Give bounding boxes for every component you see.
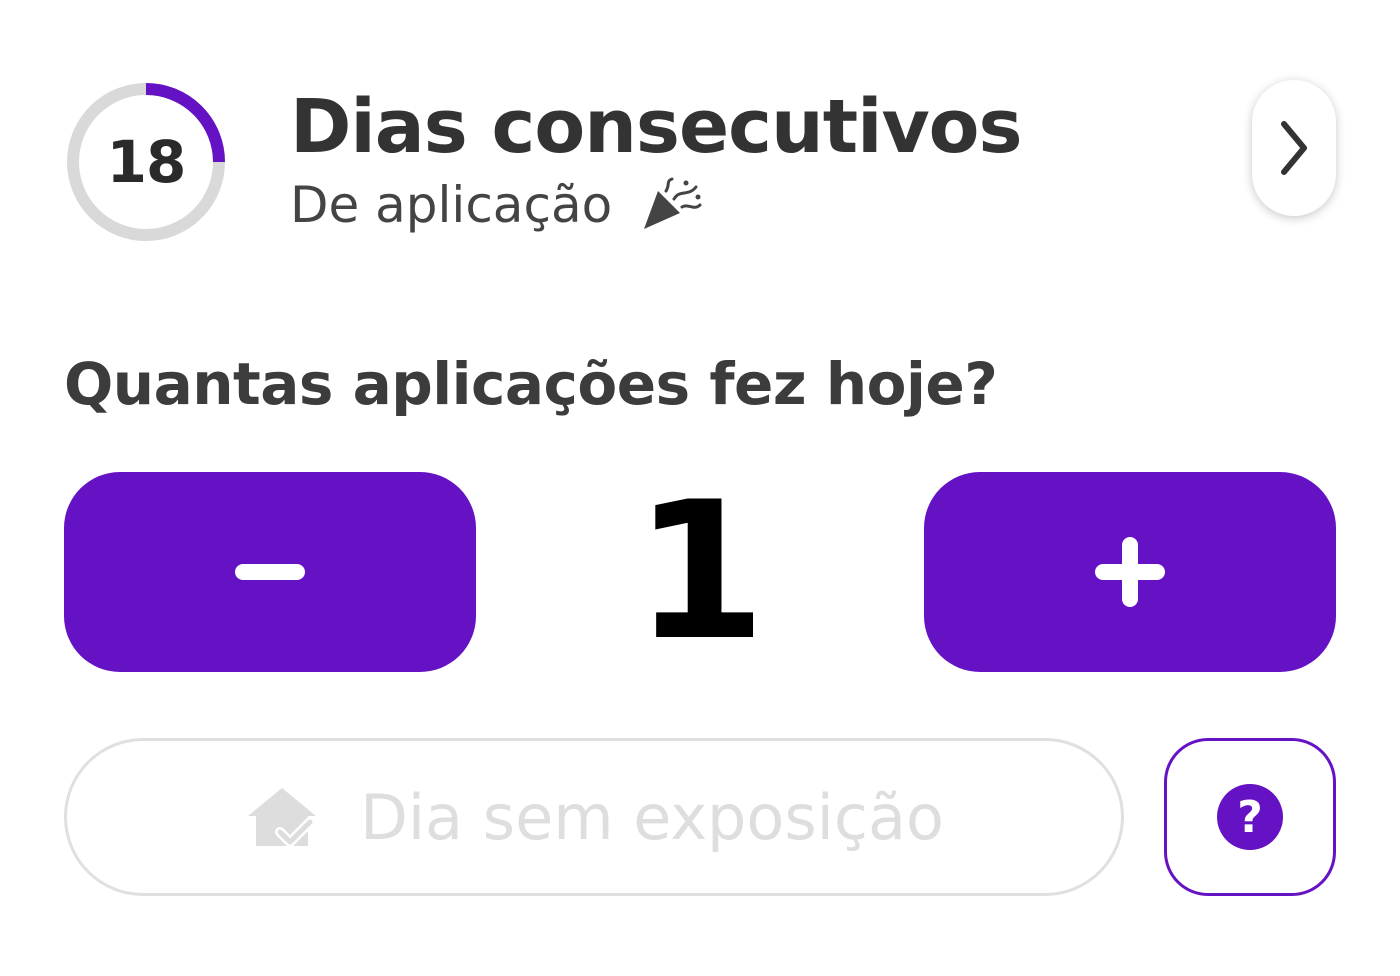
streak-subtitle: De aplicação [290, 176, 704, 234]
no-exposure-day-button[interactable]: Dia sem exposição [64, 738, 1124, 896]
streak-title: Dias consecutivos [290, 84, 1023, 170]
increment-button[interactable] [924, 472, 1336, 672]
house-check-icon [248, 788, 317, 847]
daily-question: Quantas aplicações fez hoje? [64, 350, 998, 418]
streak-details-button[interactable] [1252, 80, 1336, 216]
streak-subtitle-text: De aplicação [290, 176, 613, 234]
plus-icon [1095, 537, 1165, 607]
help-button[interactable]: ? [1164, 738, 1336, 896]
chevron-right-icon [1281, 121, 1307, 175]
decrement-button[interactable] [64, 472, 476, 672]
streak-count: 18 [106, 128, 187, 196]
minus-icon [235, 564, 305, 580]
question-circle-icon: ? [1217, 784, 1283, 850]
help-icon-glyph: ? [1237, 791, 1263, 843]
applications-count: 1 [633, 461, 767, 682]
streak-progress-ring: 18 [64, 80, 228, 244]
party-popper-icon [640, 177, 704, 233]
no-exposure-label: Dia sem exposição [360, 780, 944, 854]
